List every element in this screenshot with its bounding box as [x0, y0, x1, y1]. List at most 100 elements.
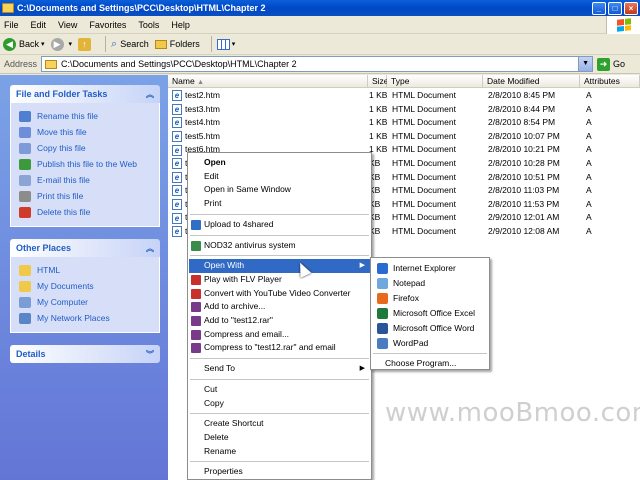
column-header-size[interactable]: Size	[368, 75, 389, 88]
task-link[interactable]: E-mail this file	[19, 172, 153, 188]
task-link[interactable]: My Network Places	[19, 310, 153, 326]
expand-chevron-icon: ︾	[146, 349, 154, 359]
task-link[interactable]: Delete this file	[19, 204, 153, 220]
menu-item-rename[interactable]: Rename	[189, 445, 370, 459]
file-type: HTML Document	[392, 158, 456, 168]
html-file-icon: e	[172, 185, 182, 197]
toolbar-divider	[210, 36, 212, 52]
menu-item-compress-to-test12-rar-and-email[interactable]: Compress to "test12.rar" and email	[189, 341, 370, 355]
open-with-choose-program[interactable]: Choose Program...	[372, 356, 488, 371]
panel-header[interactable]: Other Places ︽	[10, 239, 160, 257]
back-button[interactable]: ◀ Back ▾	[3, 37, 45, 51]
menu-item-label: Open	[204, 157, 226, 167]
task-link[interactable]: My Documents	[19, 278, 153, 294]
file-size: 1 KB	[369, 90, 388, 100]
menu-item-properties[interactable]: Properties	[189, 465, 370, 479]
task-link[interactable]: Rename this file	[19, 108, 153, 124]
column-header-date-modified[interactable]: Date Modified	[483, 75, 580, 88]
file-name-cell: et	[172, 184, 187, 197]
menu-help[interactable]: Help	[171, 20, 190, 30]
menu-file[interactable]: File	[4, 20, 19, 30]
file-date: 2/8/2010 10:07 PM	[488, 130, 560, 141]
menu-edit[interactable]: Edit	[31, 20, 47, 30]
column-header-name[interactable]: Name ▲	[168, 75, 368, 88]
file-row[interactable]: e test2.htm 1 KB HTML Document 2/8/2010 8:45…	[168, 89, 640, 103]
open-with-submenu: Internet Explorer Notepad Firefox Microsoft…	[370, 257, 490, 370]
maximize-button[interactable]: □	[608, 1, 622, 15]
menu-item-compress-and-email[interactable]: Compress and email...	[189, 328, 370, 342]
panel-header[interactable]: Details ︾	[10, 345, 160, 363]
move-icon	[19, 126, 31, 138]
column-header-type[interactable]: Type	[387, 75, 483, 88]
chevron-down-icon[interactable]: ▼	[578, 57, 593, 71]
menu-item-edit[interactable]: Edit	[189, 170, 370, 184]
open-with-microsoft-office-word[interactable]: Microsoft Office Word	[372, 321, 488, 336]
menu-tools[interactable]: Tools	[138, 20, 159, 30]
menu-view[interactable]: View	[58, 20, 77, 30]
column-header-attributes[interactable]: Attributes	[580, 75, 640, 88]
address-input[interactable]: C:\Documents and Settings\PCC\Desktop\HT…	[41, 56, 594, 72]
file-row[interactable]: e test4.htm 1 KB HTML Document 2/8/2010 8:54…	[168, 116, 640, 130]
open-with-internet-explorer[interactable]: Internet Explorer	[372, 261, 488, 276]
file-attributes: A	[586, 212, 592, 223]
search-button[interactable]: ⌕ Search	[111, 38, 149, 51]
menu-item-cut[interactable]: Cut	[189, 383, 370, 397]
submenu-item-label: Internet Explorer	[393, 263, 456, 273]
task-link[interactable]: Print this file	[19, 188, 153, 204]
menu-item-create-shortcut[interactable]: Create Shortcut	[189, 417, 370, 431]
menu-item-nod32-antivirus-system[interactable]: NOD32 antivirus system	[189, 239, 370, 253]
ie-icon	[377, 263, 388, 274]
go-button[interactable]: ➜ Go	[597, 57, 625, 71]
menu-item-add-to-test12-rar[interactable]: Add to "test12.rar"	[189, 314, 370, 328]
folders-button[interactable]: Folders	[154, 39, 200, 49]
task-link[interactable]: Publish this file to the Web	[19, 156, 153, 172]
html-file-icon: e	[172, 212, 182, 224]
minimize-button[interactable]: _	[592, 1, 606, 15]
menu-item-add-to-archive[interactable]: Add to archive...	[189, 300, 370, 314]
submenu-item-label: Choose Program...	[385, 358, 457, 368]
file-date: 2/8/2010 8:54 PM	[488, 117, 556, 128]
file-row[interactable]: e test3.htm 1 KB HTML Document 2/8/2010 8:44…	[168, 103, 640, 117]
back-label: Back	[19, 39, 40, 49]
menu-item-open-with[interactable]: Open With ▶	[189, 259, 370, 273]
folder-icon	[19, 280, 31, 292]
close-button[interactable]: ×	[624, 1, 638, 15]
menu-item-copy[interactable]: Copy	[189, 397, 370, 411]
menu-item-play-with-flv-player[interactable]: Play with FLV Player	[189, 273, 370, 287]
menu-item-convert-with-youtube-video-converter[interactable]: Convert with YouTube Video Converter	[189, 287, 370, 301]
open-with-wordpad[interactable]: WordPad	[372, 336, 488, 351]
menu-favorites[interactable]: Favorites	[89, 20, 126, 30]
menu-item-print[interactable]: Print	[189, 197, 370, 211]
task-link[interactable]: HTML	[19, 262, 153, 278]
html-file-icon: e	[172, 103, 182, 115]
views-button[interactable]: ▾	[216, 38, 235, 50]
menu-item-open-in-same-window[interactable]: Open in Same Window	[189, 183, 370, 197]
file-row[interactable]: e test5.htm 1 KB HTML Document 2/8/2010 10:0…	[168, 130, 640, 144]
address-label: Address	[4, 59, 38, 69]
upload-icon	[191, 219, 201, 230]
open-with-notepad[interactable]: Notepad	[372, 276, 488, 291]
panel-header[interactable]: File and Folder Tasks ︽	[10, 85, 160, 103]
task-link[interactable]: Move this file	[19, 124, 153, 140]
html-file-icon: e	[172, 171, 182, 183]
chevron-down-icon: ▾	[41, 41, 45, 48]
delete-icon	[19, 206, 31, 218]
open-with-microsoft-office-excel[interactable]: Microsoft Office Excel	[372, 306, 488, 321]
archive-icon	[191, 302, 201, 313]
menu-item-delete[interactable]: Delete	[189, 431, 370, 445]
menu-separator	[190, 378, 369, 380]
forward-button[interactable]: ▶ ▾	[50, 37, 72, 51]
archive-icon	[191, 316, 201, 326]
menu-item-upload-to-4shared[interactable]: Upload to 4shared	[189, 218, 370, 232]
file-type: HTML Document	[392, 117, 456, 128]
menu-item-open[interactable]: Open	[189, 156, 370, 170]
task-link[interactable]: Copy this file	[19, 140, 153, 156]
title-bar: C:\Documents and Settings\PCC\Desktop\HT…	[0, 0, 640, 16]
menu-item-send-to[interactable]: Send To ▶	[189, 362, 370, 376]
file-name: test4.htm	[185, 117, 220, 128]
open-with-firefox[interactable]: Firefox	[372, 291, 488, 306]
back-arrow-icon: ◀	[3, 37, 16, 51]
up-folder-button[interactable]: ↑	[78, 37, 94, 51]
file-attributes: A	[586, 130, 592, 141]
task-link[interactable]: My Computer	[19, 294, 153, 310]
